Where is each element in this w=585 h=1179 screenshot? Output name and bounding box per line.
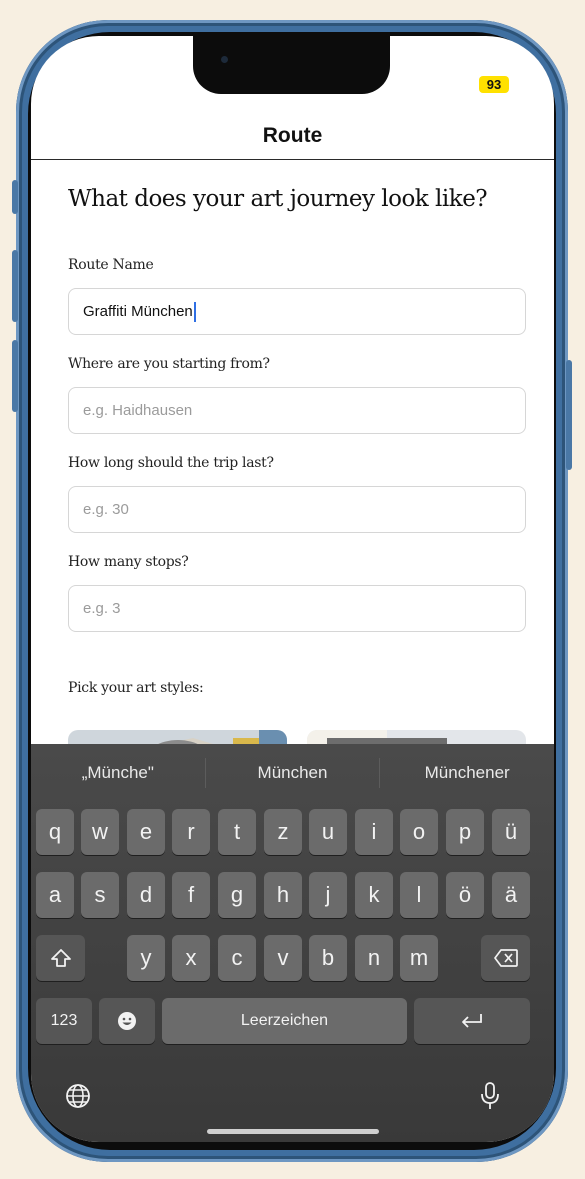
form-heading: What does your art journey look like? [68, 186, 488, 212]
key-i[interactable]: i [355, 809, 393, 855]
key-f[interactable]: f [172, 872, 210, 918]
volume-up-button [12, 250, 18, 322]
key-h[interactable]: h [264, 872, 302, 918]
start-label: Where are you starting from? [68, 356, 270, 372]
start-placeholder: e.g. Haidhausen [83, 402, 193, 419]
key-u[interactable]: u [309, 809, 347, 855]
suggestion-3[interactable]: Münchener [380, 763, 554, 783]
key-x[interactable]: x [172, 935, 210, 981]
art-styles-label: Pick your art styles: [68, 680, 204, 696]
key-m[interactable]: m [400, 935, 438, 981]
key-o-umlaut[interactable]: ö [446, 872, 484, 918]
numbers-key[interactable]: 123 [36, 998, 92, 1044]
suggestion-1[interactable]: „Münche" [31, 763, 205, 783]
emoji-icon [118, 1012, 136, 1030]
key-d[interactable]: d [127, 872, 165, 918]
key-v[interactable]: v [264, 935, 302, 981]
key-q[interactable]: q [36, 809, 74, 855]
stops-label: How many stops? [68, 554, 189, 570]
home-indicator[interactable] [207, 1129, 379, 1134]
key-z[interactable]: z [264, 809, 302, 855]
mute-switch [12, 180, 18, 214]
key-w[interactable]: w [81, 809, 119, 855]
camera-icon [221, 56, 228, 63]
power-button [566, 360, 572, 470]
duration-label: How long should the trip last? [68, 455, 274, 471]
battery-indicator: 93 [479, 76, 509, 93]
key-j[interactable]: j [309, 872, 347, 918]
key-l[interactable]: l [400, 872, 438, 918]
key-r[interactable]: r [172, 809, 210, 855]
volume-down-button [12, 340, 18, 412]
key-t[interactable]: t [218, 809, 256, 855]
globe-icon [66, 1084, 90, 1108]
key-u-umlaut[interactable]: ü [492, 809, 530, 855]
page-title: Route [262, 123, 323, 147]
key-c[interactable]: c [218, 935, 256, 981]
delete-key[interactable] [481, 935, 530, 981]
shift-key[interactable] [36, 935, 85, 981]
navigation-bar: Route [31, 112, 554, 160]
key-e[interactable]: e [127, 809, 165, 855]
route-name-label: Route Name [68, 257, 154, 273]
route-name-value: Graffiti München [83, 303, 193, 320]
globe-button[interactable] [61, 1079, 95, 1113]
duration-placeholder: e.g. 30 [83, 501, 129, 518]
key-b[interactable]: b [309, 935, 347, 981]
stops-input[interactable]: e.g. 3 [68, 585, 526, 632]
return-key[interactable] [414, 998, 530, 1044]
emoji-key[interactable] [99, 998, 155, 1044]
key-p[interactable]: p [446, 809, 484, 855]
key-g[interactable]: g [218, 872, 256, 918]
key-a-umlaut[interactable]: ä [492, 872, 530, 918]
dictation-button[interactable] [473, 1079, 507, 1113]
start-location-input[interactable]: e.g. Haidhausen [68, 387, 526, 434]
notch [193, 36, 390, 94]
screen: 93 Route What does your art journey look… [31, 36, 554, 1142]
space-key[interactable]: Leerzeichen [162, 998, 407, 1044]
suggestion-2[interactable]: München [206, 763, 380, 783]
shift-icon [50, 949, 71, 967]
text-caret [193, 301, 196, 322]
key-k[interactable]: k [355, 872, 393, 918]
return-icon [462, 1014, 482, 1028]
delete-icon [493, 949, 518, 967]
key-y[interactable]: y [127, 935, 165, 981]
on-screen-keyboard: „Münche" München Münchener q w e r t z u… [31, 744, 554, 1142]
microphone-icon [481, 1082, 499, 1109]
key-n[interactable]: n [355, 935, 393, 981]
key-o[interactable]: o [400, 809, 438, 855]
key-a[interactable]: a [36, 872, 74, 918]
suggestion-bar: „Münche" München Münchener [31, 744, 554, 802]
key-s[interactable]: s [81, 872, 119, 918]
route-name-input[interactable]: Graffiti München [68, 288, 526, 335]
duration-input[interactable]: e.g. 30 [68, 486, 526, 533]
stops-placeholder: e.g. 3 [83, 600, 121, 617]
